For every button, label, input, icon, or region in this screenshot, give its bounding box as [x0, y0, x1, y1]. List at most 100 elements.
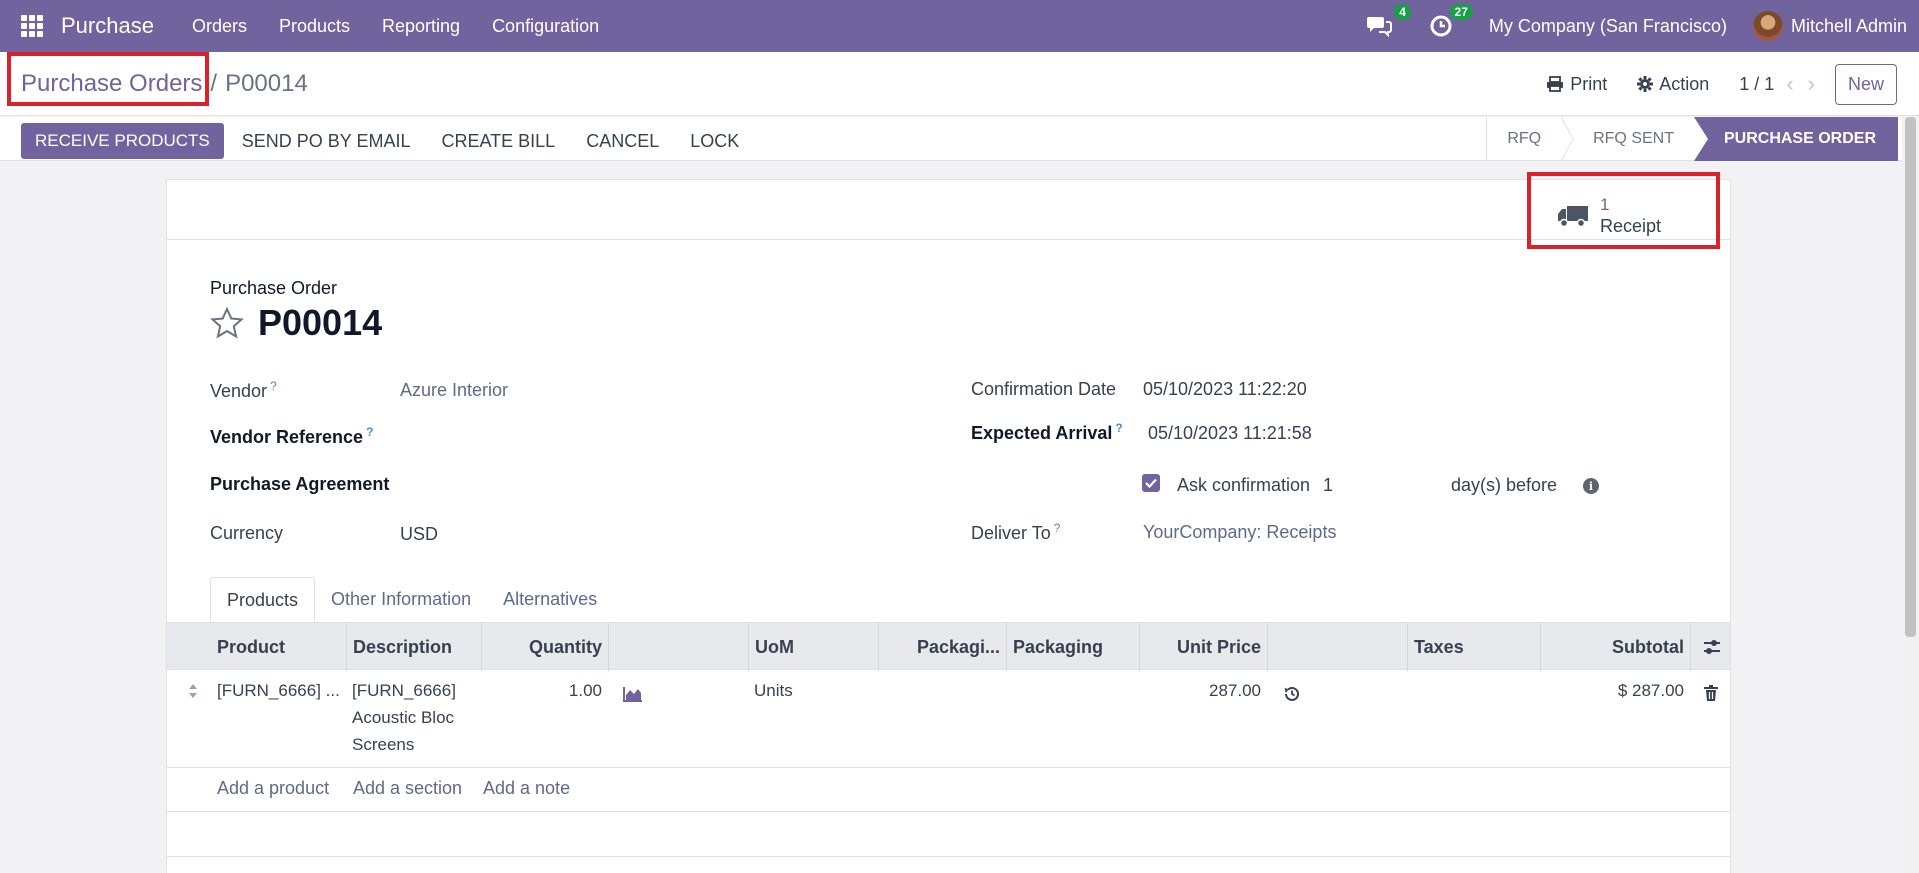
purchase-agreement-label: Purchase Agreement: [210, 474, 390, 494]
column-product[interactable]: Product: [211, 623, 346, 671]
messages-button[interactable]: 4: [1365, 4, 1411, 40]
purchase-agreement-field[interactable]: [400, 472, 880, 498]
status-bar: RECEIVE PRODUCTS SEND PO BY EMAIL CREATE…: [0, 117, 1919, 161]
expected-arrival-label: Expected Arrival?: [971, 421, 1123, 443]
messages-badge: 4: [1394, 4, 1411, 20]
table-row[interactable]: [FURN_6666] ... [FURN_6666] Acoustic Blo…: [167, 670, 1730, 768]
avatar[interactable]: [1752, 11, 1783, 41]
clock-icon: [1430, 15, 1452, 37]
activities-badge: 27: [1449, 4, 1473, 20]
column-price-reset: [1267, 623, 1407, 671]
control-panel: Purchase Orders / P00014 Print Action 1 …: [0, 52, 1919, 116]
confirmation-date-field[interactable]: 05/10/2023 11:22:20: [1143, 379, 1307, 400]
table-footer-divider: [167, 856, 1730, 857]
column-packaging-qty[interactable]: Packagi...: [878, 623, 1006, 671]
ask-confirmation-days-field[interactable]: 1: [1323, 475, 1333, 496]
print-label: Print: [1570, 73, 1608, 94]
trash-icon[interactable]: [1704, 685, 1718, 701]
add-note-link[interactable]: Add a note: [483, 778, 570, 799]
add-section-link[interactable]: Add a section: [353, 778, 462, 799]
deliver-to-label: Deliver To?: [971, 521, 1061, 543]
top-navbar: Purchase Orders Products Reporting Confi…: [0, 0, 1919, 52]
highlight-box-breadcrumb: [7, 52, 209, 106]
user-menu[interactable]: Mitchell Admin: [1791, 16, 1907, 37]
ask-confirmation-label: Ask confirmation: [1177, 475, 1311, 495]
column-quantity[interactable]: Quantity: [481, 623, 608, 671]
currency-label: Currency: [210, 523, 284, 543]
expected-arrival-help-icon[interactable]: ?: [1115, 421, 1122, 435]
column-subtotal[interactable]: Subtotal: [1540, 623, 1690, 671]
confirmation-date-label: Confirmation Date: [971, 379, 1117, 399]
column-unit-price[interactable]: Unit Price: [1139, 623, 1267, 671]
form-sheet: 1 Receipt Purchase Order P00014 Vendor? …: [166, 172, 1732, 873]
app-name[interactable]: Purchase: [61, 13, 154, 39]
add-line-row: Add a product Add a section Add a note: [167, 768, 1730, 812]
expected-arrival-field[interactable]: 05/10/2023 11:21:58: [1148, 423, 1312, 444]
column-uom[interactable]: UoM: [748, 623, 878, 671]
stage-purchase-order[interactable]: PURCHASE ORDER: [1693, 117, 1898, 161]
vendor-reference-label: Vendor Reference?: [210, 425, 374, 447]
deliver-to-field[interactable]: YourCompany: Receipts: [1143, 522, 1336, 543]
status-stages: RFQ RFQ SENT PURCHASE ORDER: [1486, 117, 1898, 161]
stage-rfq-sent[interactable]: RFQ SENT: [1573, 117, 1694, 161]
tab-products[interactable]: Products: [210, 577, 316, 622]
column-description[interactable]: Description: [346, 623, 481, 671]
forecast-chart-icon[interactable]: [623, 686, 643, 702]
apps-menu-icon[interactable]: [21, 15, 43, 37]
vendor-field[interactable]: Azure Interior: [400, 380, 508, 401]
cell-product[interactable]: [FURN_6666] ...: [217, 677, 340, 704]
reset-price-icon[interactable]: [1283, 685, 1301, 703]
vendor-label: Vendor?: [210, 379, 277, 401]
gear-icon: [1637, 76, 1654, 92]
cell-unit-price[interactable]: 287.00: [1139, 677, 1261, 704]
vendor-reference-help-icon[interactable]: ?: [366, 425, 373, 439]
action-button[interactable]: Action: [1637, 74, 1709, 95]
new-button[interactable]: New: [1834, 63, 1897, 105]
cell-quantity[interactable]: 1.00: [481, 677, 602, 704]
menu-orders[interactable]: Orders: [176, 16, 263, 37]
stage-rfq[interactable]: RFQ: [1486, 117, 1561, 161]
lock-button[interactable]: LOCK: [690, 131, 739, 152]
page-title: P00014: [258, 302, 383, 343]
menu-products[interactable]: Products: [263, 16, 366, 37]
add-product-link[interactable]: Add a product: [217, 778, 329, 799]
cell-description-line: [FURN_6666]: [352, 681, 456, 700]
print-button[interactable]: Print: [1546, 74, 1607, 95]
activities-button[interactable]: 27: [1427, 4, 1473, 40]
vendor-reference-field[interactable]: [400, 424, 880, 450]
tab-alternatives[interactable]: Alternatives: [487, 577, 613, 622]
menu-configuration[interactable]: Configuration: [476, 16, 615, 37]
column-taxes[interactable]: Taxes: [1407, 623, 1540, 671]
column-packaging[interactable]: Packaging: [1006, 623, 1139, 671]
scrollbar-thumb[interactable]: [1905, 117, 1916, 637]
currency-field[interactable]: USD: [400, 524, 438, 545]
cell-uom[interactable]: Units: [754, 677, 793, 704]
pager-previous-icon[interactable]: ‹: [1786, 71, 1793, 97]
check-icon: [1145, 478, 1157, 488]
sliders-icon: [1703, 640, 1720, 654]
cell-subtotal: $ 287.00: [1617, 681, 1684, 700]
scrollbar[interactable]: [1902, 117, 1919, 873]
create-bill-button[interactable]: CREATE BILL: [441, 131, 555, 152]
send-po-by-email-button[interactable]: SEND PO BY EMAIL: [242, 131, 411, 152]
pager-value[interactable]: 1 / 1: [1739, 74, 1774, 95]
drag-handle-icon[interactable]: [187, 682, 199, 700]
info-icon[interactable]: i: [1583, 478, 1599, 494]
form-title-label: Purchase Order: [210, 278, 338, 298]
cell-description[interactable]: [FURN_6666] Acoustic Bloc Screens: [352, 677, 456, 758]
company-switcher[interactable]: My Company (San Francisco): [1489, 16, 1727, 37]
cancel-button[interactable]: CANCEL: [586, 131, 659, 152]
optional-columns-toggle[interactable]: [1690, 623, 1732, 671]
menu-reporting[interactable]: Reporting: [366, 16, 476, 37]
column-forecast: [608, 623, 748, 671]
order-lines-header: Product Description Quantity UoM Packagi…: [167, 622, 1732, 671]
receive-products-button[interactable]: RECEIVE PRODUCTS: [21, 123, 224, 159]
deliver-to-help-icon[interactable]: ?: [1054, 521, 1061, 535]
star-icon[interactable]: [210, 307, 244, 339]
pager-next-icon[interactable]: ›: [1808, 71, 1815, 97]
vendor-help-icon[interactable]: ?: [270, 379, 277, 393]
cell-description-line: Acoustic Bloc: [352, 708, 455, 727]
ask-confirmation-checkbox[interactable]: [1142, 474, 1160, 492]
tab-other-information[interactable]: Other Information: [315, 577, 487, 622]
cell-description-line: Screens: [352, 735, 415, 754]
